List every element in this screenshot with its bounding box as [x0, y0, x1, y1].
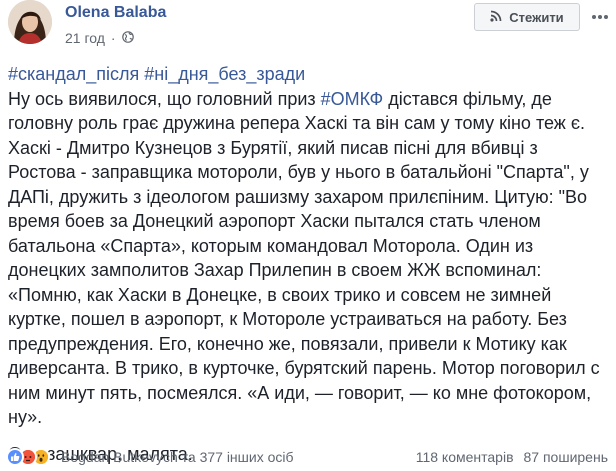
shares-count[interactable]: 87 поширень — [524, 449, 608, 465]
post-body: #скандал_після #ні_дня_без_зради Ну ось … — [8, 62, 608, 466]
follow-label: Стежити — [509, 9, 564, 25]
post-text-start: Ну ось виявилося, що головний приз — [8, 88, 321, 109]
comments-count[interactable]: 118 коментарів — [416, 449, 514, 465]
reactors-text[interactable]: Bogdan Butkevych та 377 інших осіб — [61, 449, 294, 465]
post-text-rest: дістався фільму, де головну роль грає др… — [8, 88, 600, 428]
post-stats: 118 коментарів 87 поширень — [416, 449, 608, 465]
hashtag-link[interactable]: #ОМКФ — [321, 89, 384, 109]
post-footer: Bogdan Butkevych та 377 інших осіб 118 к… — [6, 446, 608, 468]
follow-button[interactable]: Стежити — [474, 3, 580, 31]
avatar[interactable] — [8, 0, 52, 44]
author-name[interactable]: Olena Balaba — [65, 4, 166, 22]
meta-separator: · — [110, 30, 116, 46]
reaction-icons[interactable] — [6, 448, 50, 466]
post-time[interactable]: 21 год — [65, 30, 105, 46]
more-options-icon[interactable] — [588, 4, 612, 30]
globe-icon[interactable] — [121, 30, 134, 46]
post-text: Ну ось виявилося, що головний приз #ОМКФ… — [8, 87, 608, 430]
hashtags[interactable]: #скандал_після #ні_дня_без_зради — [8, 62, 608, 87]
avatar-photo — [8, 0, 52, 44]
post-meta: 21 год · — [65, 30, 134, 46]
rss-icon — [490, 10, 502, 25]
like-reaction-icon — [6, 448, 24, 466]
facebook-post: Olena Balaba 21 год · Стежити #скандал_п… — [0, 0, 616, 471]
